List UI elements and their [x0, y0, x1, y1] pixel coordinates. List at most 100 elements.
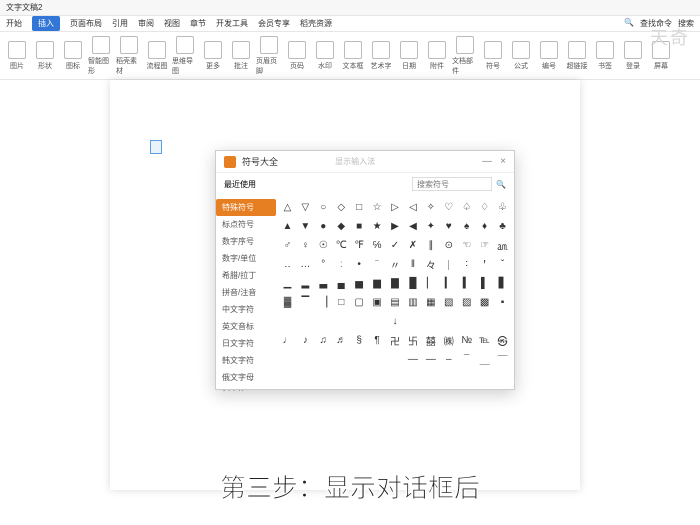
symbol-cell[interactable]: ♠: [459, 218, 474, 234]
symbol-cell[interactable]: ☜: [459, 237, 474, 253]
cat-4[interactable]: 希腊/拉丁: [216, 267, 276, 284]
menu-view[interactable]: 视图: [164, 18, 180, 29]
symbol-cell[interactable]: ▼: [298, 218, 313, 234]
symbol-cell[interactable]: ♣: [495, 218, 510, 234]
symbol-cell[interactable]: ¯: [459, 351, 474, 367]
symbol-cell[interactable]: ▅: [352, 275, 367, 291]
symbol-cell[interactable]: ▩: [477, 294, 492, 310]
symbol-cell[interactable]: ㈱: [441, 332, 456, 348]
ribbon-批注[interactable]: 批注: [228, 41, 254, 71]
cat-0[interactable]: 特殊符号: [216, 199, 276, 216]
menu-reference[interactable]: 引用: [112, 18, 128, 29]
symbol-cell[interactable]: [388, 351, 403, 367]
symbol-cell[interactable]: ♂: [280, 237, 295, 253]
ribbon-超链接[interactable]: 超链接: [564, 41, 590, 71]
menu-layout[interactable]: 页面布局: [70, 18, 102, 29]
cat-5[interactable]: 拼音/注音: [216, 284, 276, 301]
symbol-cell[interactable]: ▃: [316, 275, 331, 291]
menu-member[interactable]: 会员专享: [258, 18, 290, 29]
symbol-cell[interactable]: ＇: [477, 256, 492, 272]
menu-section[interactable]: 章节: [190, 18, 206, 29]
symbol-cell[interactable]: •: [352, 256, 367, 272]
menu-resource[interactable]: 稻壳资源: [300, 18, 332, 29]
cat-10[interactable]: 俄文字母: [216, 369, 276, 386]
cat-3[interactable]: 数字/单位: [216, 250, 276, 267]
menu-review[interactable]: 审阅: [138, 18, 154, 29]
ribbon-艺术字[interactable]: 艺术字: [368, 41, 394, 71]
symbol-cell[interactable]: ▄: [334, 275, 349, 291]
ribbon-附件[interactable]: 附件: [424, 41, 450, 71]
symbol-cell[interactable]: ✗: [405, 237, 420, 253]
menu-start[interactable]: 开始: [6, 18, 22, 29]
ribbon-日期[interactable]: 日期: [396, 41, 422, 71]
symbol-cell[interactable]: ♡: [441, 199, 456, 215]
symbol-cell[interactable]: 囍: [423, 332, 438, 348]
symbol-cell[interactable]: [495, 313, 510, 329]
symbol-cell[interactable]: ♦: [477, 218, 492, 234]
symbol-cell[interactable]: [316, 351, 331, 367]
cat-7[interactable]: 英文音标: [216, 318, 276, 335]
symbol-cell[interactable]: ▏: [423, 275, 438, 291]
symbol-cell[interactable]: ★: [370, 218, 385, 234]
symbol-cell[interactable]: №: [459, 332, 474, 348]
ribbon-思维导图[interactable]: 思维导图: [172, 36, 198, 76]
symbol-cell[interactable]: ♀: [298, 237, 313, 253]
symbol-cell[interactable]: ✧: [423, 199, 438, 215]
symbol-cell[interactable]: ♥: [441, 218, 456, 234]
symbol-cell[interactable]: ▎: [441, 275, 456, 291]
symbol-cell[interactable]: ‖: [405, 256, 420, 272]
ribbon-文本框[interactable]: 文本框: [340, 41, 366, 71]
symbol-cell[interactable]: ♫: [316, 332, 331, 348]
symbol-cell[interactable]: §: [352, 332, 367, 348]
symbol-cell[interactable]: ◆: [334, 218, 349, 234]
symbol-cell[interactable]: ▣: [370, 294, 385, 310]
ribbon-形状[interactable]: 形状: [32, 41, 58, 71]
symbol-cell[interactable]: °: [316, 256, 331, 272]
cat-9[interactable]: 韩文字符: [216, 352, 276, 369]
ribbon-稻壳素材[interactable]: 稻壳素材: [116, 36, 142, 76]
symbol-cell[interactable]: ˇ: [495, 256, 510, 272]
close-icon[interactable]: ×: [500, 156, 506, 167]
search-input[interactable]: [412, 177, 492, 191]
symbol-cell[interactable]: [423, 313, 438, 329]
symbol-cell[interactable]: ℃: [334, 237, 349, 253]
cat-11[interactable]: 制表符: [216, 386, 276, 391]
symbol-cell[interactable]: 卍: [388, 332, 403, 348]
ribbon-页眉页脚[interactable]: 页眉页脚: [256, 36, 282, 76]
symbol-cell[interactable]: ￣: [495, 351, 510, 367]
symbol-cell[interactable]: ♩: [280, 332, 295, 348]
symbol-cell[interactable]: ㉿: [495, 332, 510, 348]
symbol-cell[interactable]: ＿: [477, 351, 492, 367]
cat-2[interactable]: 数字序号: [216, 233, 276, 250]
symbol-cell[interactable]: ｜: [441, 256, 456, 272]
symbol-cell[interactable]: [459, 313, 474, 329]
symbol-cell[interactable]: △: [280, 199, 295, 215]
symbol-cell[interactable]: ▪: [495, 294, 510, 310]
symbol-cell[interactable]: ▲: [280, 218, 295, 234]
symbol-cell[interactable]: …: [298, 256, 313, 272]
search-icon[interactable]: 🔍: [496, 180, 506, 189]
cat-1[interactable]: 标点符号: [216, 216, 276, 233]
ribbon-符号[interactable]: 符号: [480, 41, 506, 71]
ribbon-登录[interactable]: 登录: [620, 41, 646, 71]
symbol-cell[interactable]: ㏂: [495, 237, 510, 253]
symbol-cell[interactable]: [280, 313, 295, 329]
symbol-cell[interactable]: ✦: [423, 218, 438, 234]
symbol-cell[interactable]: ✓: [388, 237, 403, 253]
symbol-cell[interactable]: ▕: [316, 294, 331, 310]
symbol-cell[interactable]: ¨: [370, 256, 385, 272]
symbol-cell[interactable]: ▌: [477, 275, 492, 291]
symbol-cell[interactable]: [352, 351, 367, 367]
symbol-cell[interactable]: ◇: [334, 199, 349, 215]
symbol-cell[interactable]: [352, 313, 367, 329]
symbol-cell[interactable]: [316, 313, 331, 329]
symbol-cell[interactable]: ▽: [298, 199, 313, 215]
symbol-cell[interactable]: ‥: [280, 256, 295, 272]
symbol-cell[interactable]: [477, 313, 492, 329]
symbol-cell[interactable]: 〃: [388, 256, 403, 272]
symbol-cell[interactable]: ▇: [388, 275, 403, 291]
ribbon-图片[interactable]: 图片: [4, 41, 30, 71]
symbol-cell[interactable]: ▢: [352, 294, 367, 310]
symbol-cell[interactable]: █: [405, 275, 420, 291]
ribbon-流程图[interactable]: 流程图: [144, 41, 170, 71]
